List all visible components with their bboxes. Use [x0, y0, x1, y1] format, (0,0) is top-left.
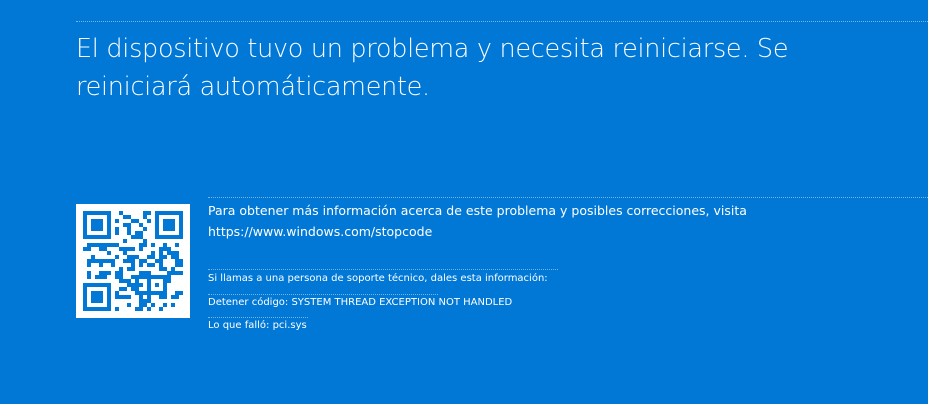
error-headline: El dispositivo tuvo un problema y necesi…: [76, 34, 789, 102]
qr-code-icon: [76, 204, 190, 318]
dotted-artifact-line: [208, 269, 558, 270]
dotted-artifact-line: [208, 197, 928, 198]
info-text: Para obtener más información acerca de e…: [208, 203, 747, 218]
dotted-artifact-line: [76, 21, 928, 22]
what-failed: Lo que falló: pci.sys: [208, 320, 307, 331]
support-text: Si llamas a una persona de soporte técni…: [208, 273, 548, 284]
stop-code: Detener código: SYSTEM THREAD EXCEPTION …: [208, 297, 513, 308]
stopcode-url: https://www.windows.com/stopcode: [208, 224, 433, 239]
info-block: Para obtener más información acerca de e…: [208, 200, 908, 242]
